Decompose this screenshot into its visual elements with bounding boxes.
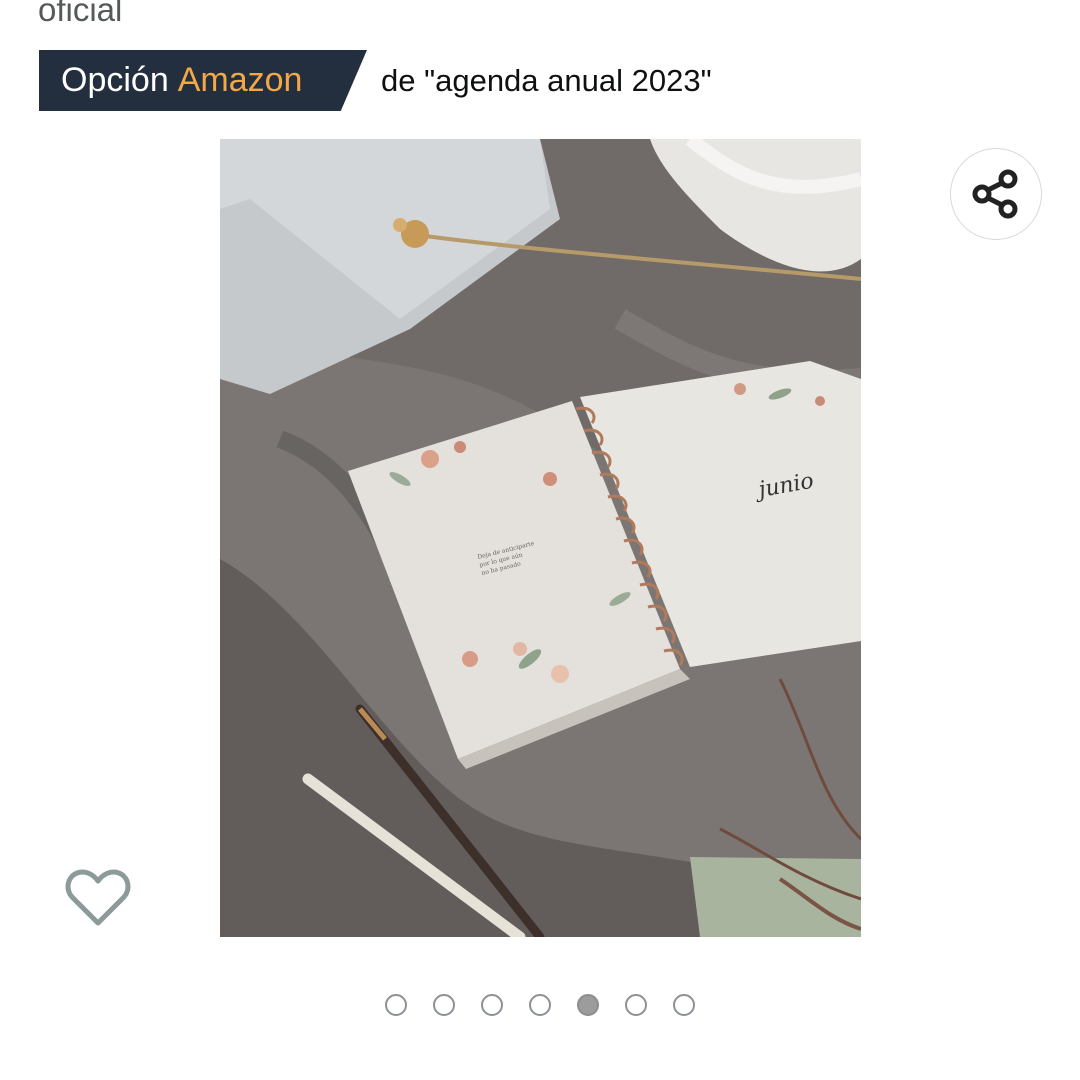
carousel-dot[interactable] — [433, 994, 455, 1016]
share-button[interactable] — [950, 148, 1042, 240]
carousel-dot-active[interactable] — [577, 994, 599, 1016]
badge-query-text: de "agenda anual 2023" — [381, 62, 712, 98]
carousel-dot[interactable] — [673, 994, 695, 1016]
product-detail-page: oficial Opción Amazon de "agenda anual 2… — [0, 0, 1080, 1080]
share-icon — [972, 169, 1018, 219]
badge-word-opcion: Opción — [61, 61, 169, 99]
carousel-dot[interactable] — [625, 994, 647, 1016]
product-photo-illustration: junio Deja de anticiparte por lo que aún… — [220, 139, 861, 937]
carousel-dot[interactable] — [529, 994, 551, 1016]
carousel-dot[interactable] — [385, 994, 407, 1016]
badge-word-amazon: Amazon — [177, 61, 303, 99]
product-image[interactable]: junio Deja de anticiparte por lo que aún… — [220, 139, 861, 937]
brand-store-link[interactable]: oficial — [38, 0, 122, 30]
image-carousel-indicator — [0, 994, 1080, 1016]
heart-outline-icon — [65, 869, 131, 926]
carousel-dot[interactable] — [481, 994, 503, 1016]
amazons-choice-badge[interactable]: Opción Amazon — [39, 50, 367, 111]
amazons-choice-row: Opción Amazon de "agenda anual 2023" — [39, 50, 712, 111]
add-to-wishlist-button[interactable] — [62, 862, 134, 934]
